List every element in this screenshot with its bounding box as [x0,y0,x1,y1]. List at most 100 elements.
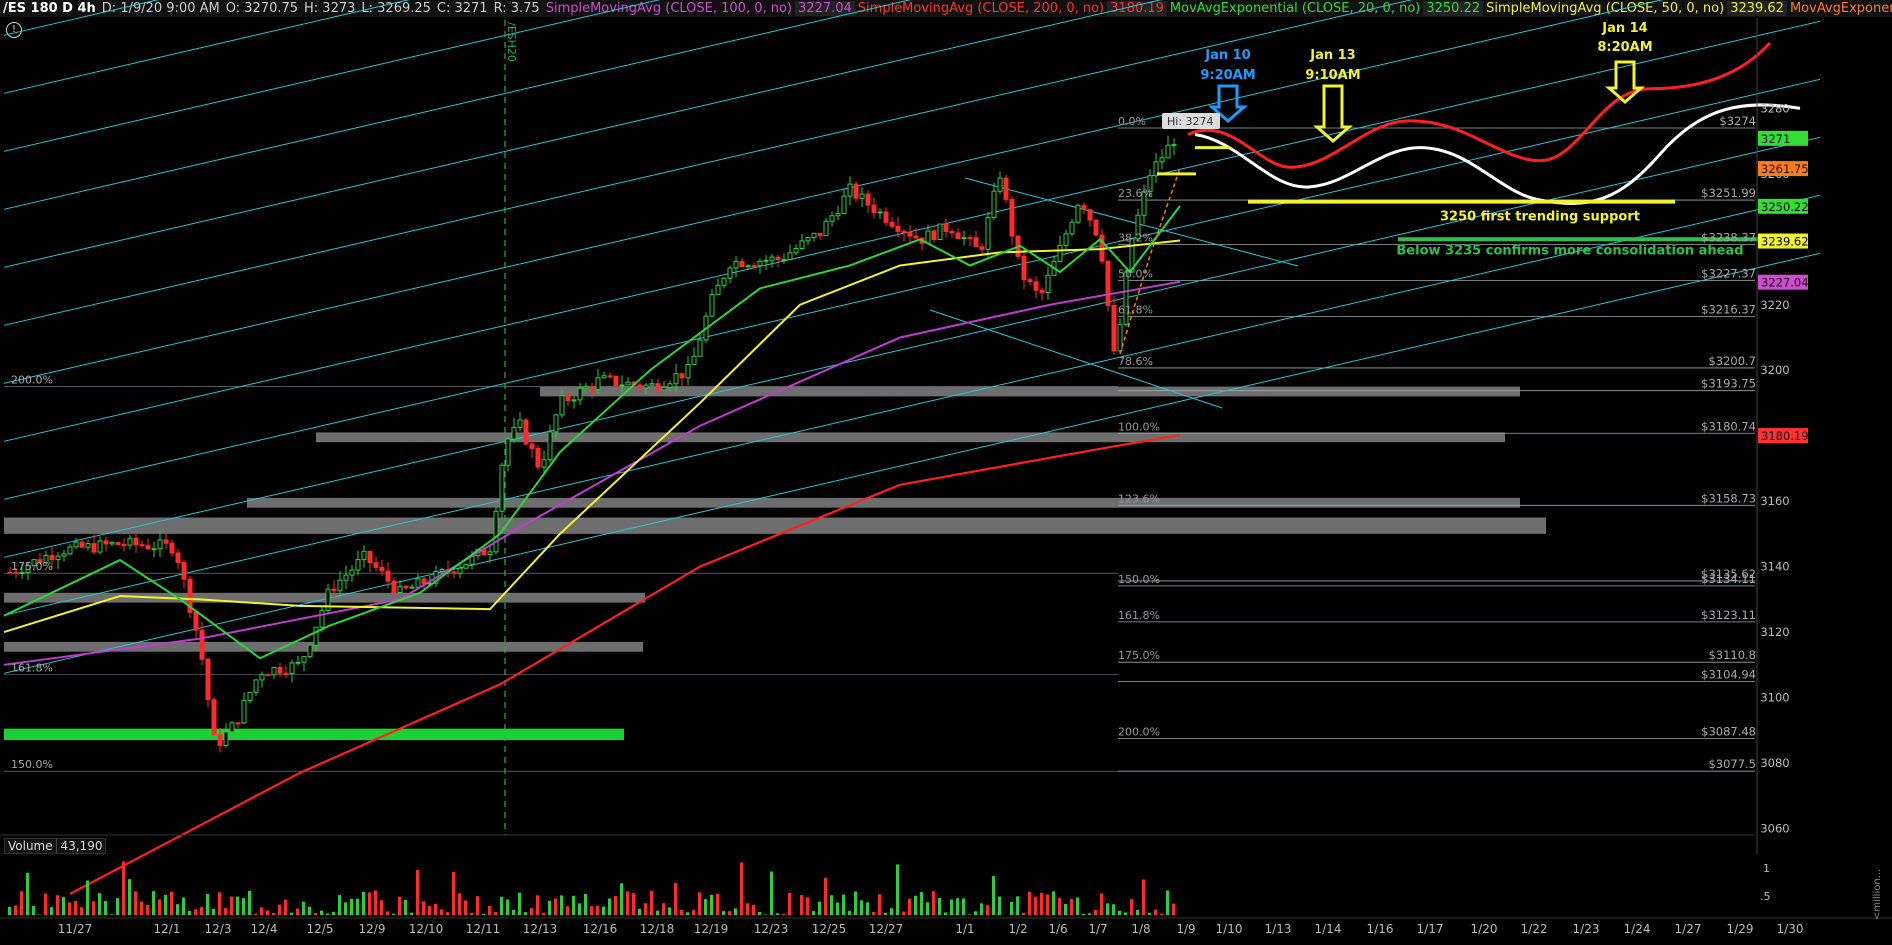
volume-bar [1016,896,1019,915]
candle [547,431,553,461]
annotation-arrow-2 [1313,84,1353,143]
time-tick: 1/8 [1131,922,1150,936]
volume-bar [14,905,17,915]
volume-bar [860,900,863,915]
candle [931,230,937,240]
volume-bar [596,905,599,915]
candle [529,443,535,449]
candle [793,248,799,254]
annotation-time-2: 9:10AM [1305,68,1360,83]
time-tick: 1/6 [1048,922,1067,936]
candle [397,585,403,593]
level-label: $3158.73 [1701,491,1756,505]
support-zone-green [4,728,624,741]
support-zone [4,592,645,603]
support-zone [4,517,1546,534]
time-tick: 12/27 [869,922,904,936]
price-chart[interactable]: Jan 10 9:20AM Jan 13 9:10AM Jan 14 8:20AM 3250… [0,0,1892,945]
volume-bar [20,891,23,915]
volume-bar [926,902,929,915]
candle [229,722,235,733]
candle [223,731,229,746]
volume-bar [1112,904,1115,915]
candle [943,223,949,233]
candle [1105,260,1111,306]
candle [955,232,961,240]
volume-bar [632,893,635,915]
candle [259,674,265,681]
forecast-path-red [1187,41,1772,169]
time-tick: 12/3 [205,922,232,936]
candle [805,237,811,242]
candle [913,235,919,239]
volume-tick: .5 [1760,890,1771,903]
candle [655,383,661,391]
volume-bar [740,862,743,915]
fib-label: 50.0% [1118,268,1153,281]
candle [775,256,781,261]
volume-bar [44,893,47,915]
volume-pane: 1 .5 <million... [0,834,1883,920]
volume-bar [938,897,941,915]
candle [289,662,295,675]
fib-label-left: 150.0% [11,758,53,771]
volume-bar [692,909,695,915]
candle [277,666,283,674]
candle [991,190,997,219]
candle [721,277,727,286]
volume-unit: <million... [1872,869,1883,920]
candle [835,213,841,217]
volume-bar [56,895,59,915]
candle [673,373,679,385]
time-tick: 1/10 [1216,922,1243,936]
price-tick: 3100 [1760,691,1789,705]
level-label: $3123.11 [1701,608,1756,622]
volume-bar [140,901,143,915]
candle [385,570,391,582]
volume-bar [536,895,539,915]
annotation-title-2: Jan 13 [1309,48,1355,63]
volume-bar [704,899,707,915]
time-tick: 1/20 [1471,922,1498,936]
candle [235,722,241,725]
candle [613,375,619,386]
volume-bar [398,896,401,915]
volume-bar [314,913,317,915]
candle [733,260,739,269]
contract-marker-label: /ESH20 [505,22,518,62]
candle [817,232,823,237]
volume-bar [818,901,821,915]
candle [883,211,889,223]
candle [1081,204,1087,211]
candle [865,193,871,206]
candle [679,373,685,379]
candle [643,384,649,389]
channel-line [3,194,1821,616]
volume-bar [212,908,215,915]
candle [217,734,223,746]
candle [1027,279,1033,283]
volume-bar [374,890,377,915]
time-tick: 12/11 [466,922,501,936]
volume-bar [1040,892,1043,915]
volume-bar [1088,913,1091,915]
volume-bar [278,904,281,915]
volume-bar [260,907,263,915]
volume-bar [524,912,527,915]
price-badge: 3239.62 [1758,233,1809,249]
time-tick: 1/27 [1675,922,1702,936]
volume-bar [1034,896,1037,915]
volume-bar [836,902,839,915]
price-badge-text: 3180.19 [1761,429,1809,443]
annotation-title-3: Jan 14 [1601,21,1647,36]
volume-bar [50,907,53,915]
volume-bar [422,901,425,915]
volume-bar [86,880,89,915]
volume-bar [386,911,389,915]
support-zone [316,432,1505,443]
volume-bar [236,896,239,915]
volume-bar [602,906,605,915]
level-label: $3180.74 [1701,419,1756,433]
fib-label: 23.6% [1118,187,1153,200]
volume-bar [776,913,779,915]
